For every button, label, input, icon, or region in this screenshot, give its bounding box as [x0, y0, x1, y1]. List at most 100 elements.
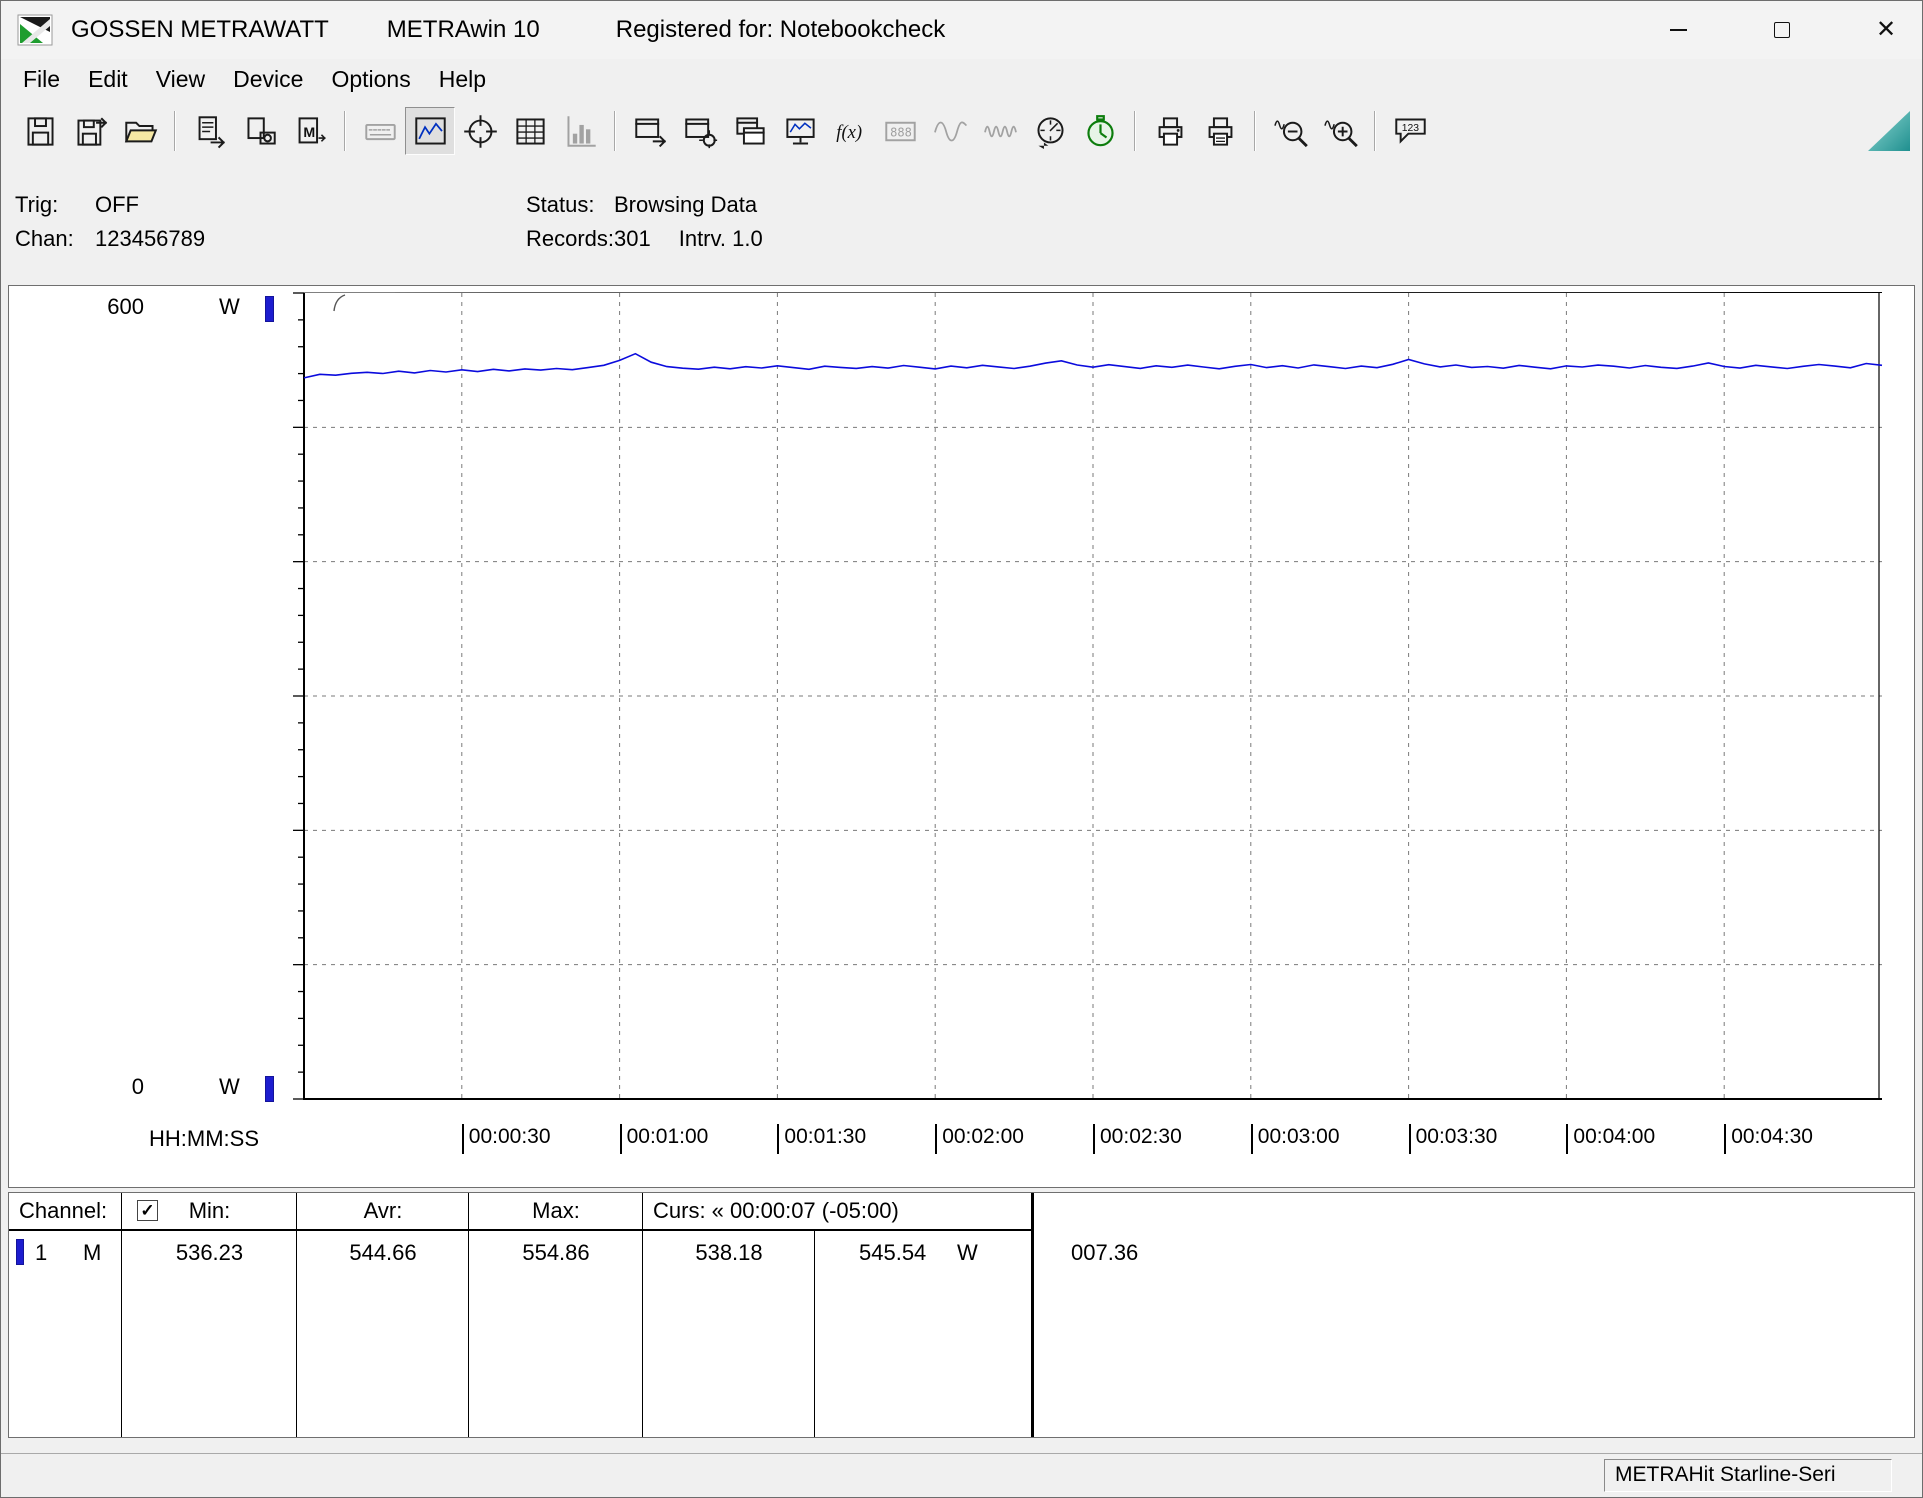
cursor-left-marker[interactable]	[334, 295, 345, 311]
window-cascade-icon	[733, 114, 768, 149]
new-recording-window-button[interactable]	[625, 107, 675, 155]
status-bar: METRAHit Starline-Seri	[1, 1453, 1922, 1497]
menu-view[interactable]: View	[142, 62, 219, 97]
svg-text:f(x): f(x)	[836, 122, 862, 143]
info-bar: Trig:OFF Chan:123456789 Status:Browsing …	[1, 162, 1922, 285]
toolbar-separator	[614, 111, 616, 151]
y-axis-max-label: 600	[82, 294, 144, 320]
window-arrow-icon	[633, 114, 668, 149]
view-yt-chart-button[interactable]	[405, 107, 455, 155]
chan-label: Chan:	[15, 222, 95, 256]
view-monitor-button[interactable]	[775, 107, 825, 155]
toolbar-separator	[1134, 111, 1136, 151]
status-row: Status:Browsing Data	[526, 188, 763, 222]
cell-channel-number: 1	[35, 1240, 47, 1266]
x-tick-label: 00:01:00	[620, 1124, 709, 1154]
menu-help[interactable]: Help	[425, 62, 500, 97]
status-value: Browsing Data	[614, 192, 757, 217]
trig-value: OFF	[95, 192, 139, 217]
svg-text:888: 888	[890, 125, 912, 139]
maximize-button[interactable]	[1746, 1, 1818, 59]
x-tick-label: 00:02:00	[935, 1124, 1024, 1154]
header-cursor: Curs: « 00:00:07 (-05:00)	[653, 1198, 899, 1224]
printer2-icon	[1203, 114, 1238, 149]
zoom-out-icon	[1273, 114, 1308, 149]
mem-display-icon: 888	[883, 114, 918, 149]
cell-cursor-a: 538.18	[644, 1240, 814, 1266]
print-preview-button[interactable]	[1195, 107, 1245, 155]
y-axis-max-unit: W	[219, 294, 240, 320]
device-memory-button[interactable]: 888	[875, 107, 925, 155]
window-cascade-button[interactable]	[725, 107, 775, 155]
channel1-color-marker	[16, 1239, 24, 1265]
menu-file[interactable]: File	[9, 62, 74, 97]
menu-options[interactable]: Options	[317, 62, 424, 97]
toolbar: Mf(x) 888 123	[1, 100, 1922, 162]
analog-output-high-button[interactable]	[975, 107, 1025, 155]
close-button[interactable]: ✕	[1850, 1, 1922, 59]
toolbar-separator	[174, 111, 176, 151]
formula-fx-button[interactable]: f(x)	[825, 107, 875, 155]
channel-table: Channel: ✓ Min: Avr: Max: Curs: « 00:00:…	[8, 1192, 1915, 1438]
window-registered-for: Registered for: Notebookcheck	[616, 16, 946, 44]
app-logo-icon	[17, 12, 53, 48]
export-text-button[interactable]	[185, 107, 235, 155]
menu-device[interactable]: Device	[219, 62, 317, 97]
view-bargraph-button[interactable]	[555, 107, 605, 155]
y-axis-min-unit: W	[219, 1074, 240, 1100]
cell-avr: 544.66	[298, 1240, 468, 1266]
chart-panel: 600 W 0 W HH:MM:SS 00:00:3000:01:0000:01…	[8, 285, 1915, 1188]
export-memory-button[interactable]: M	[285, 107, 335, 155]
analog-output-low-button[interactable]	[925, 107, 975, 155]
device-status-box: METRAHit Starline-Seri	[1604, 1459, 1892, 1492]
window-gear-icon	[683, 114, 718, 149]
note-123-icon: 123	[1393, 114, 1428, 149]
header-channel: Channel:	[19, 1198, 107, 1224]
plot-area[interactable]	[289, 292, 1884, 1104]
virtual-keyboard-button[interactable]	[355, 107, 405, 155]
window-settings-button[interactable]	[675, 107, 725, 155]
window-controls: ✕	[1610, 1, 1922, 59]
interval-label: Intrv.	[679, 226, 726, 251]
clock-settings-button[interactable]	[1025, 107, 1075, 155]
cell-cursor-b: 545.54	[859, 1240, 926, 1266]
minimize-button[interactable]	[1642, 1, 1714, 59]
print-button[interactable]	[1145, 107, 1195, 155]
cell-delta: 007.36	[1071, 1240, 1138, 1266]
header-max: Max:	[470, 1198, 642, 1224]
records-value: 301	[614, 226, 651, 251]
cell-min: 536.23	[123, 1240, 296, 1266]
annotations-button[interactable]: 123	[1385, 107, 1435, 155]
save-data-button[interactable]	[15, 107, 65, 155]
table-column-divider	[468, 1193, 469, 1437]
zoom-out-button[interactable]	[1265, 107, 1315, 155]
header-min: Min:	[123, 1198, 296, 1224]
meter-clock-icon	[1033, 114, 1068, 149]
trig-label: Trig:	[15, 188, 95, 222]
x-tick-label: 00:02:30	[1093, 1124, 1182, 1154]
toolbar-separator	[1254, 111, 1256, 151]
x-tick-label: 00:00:30	[462, 1124, 551, 1154]
crosshair-icon	[463, 114, 498, 149]
timer-settings-button[interactable]	[1075, 107, 1125, 155]
doc-cam-icon	[243, 114, 278, 149]
cell-cursor-unit: W	[957, 1240, 978, 1266]
table-grid-icon	[513, 114, 548, 149]
open-file-button[interactable]	[115, 107, 165, 155]
save-selection-button[interactable]	[65, 107, 115, 155]
view-xy-chart-button[interactable]	[455, 107, 505, 155]
monitor-icon	[783, 114, 818, 149]
header-avr: Avr:	[298, 1198, 468, 1224]
wave-lo-icon	[933, 114, 968, 149]
menu-edit[interactable]: Edit	[74, 62, 142, 97]
view-table-button[interactable]	[505, 107, 555, 155]
table-column-divider	[814, 1231, 815, 1437]
minimize-icon	[1670, 29, 1687, 31]
x-tick-label: 00:04:00	[1566, 1124, 1655, 1154]
chart-bars-icon	[563, 114, 598, 149]
toolbar-separator	[1374, 111, 1376, 151]
copy-data-button[interactable]	[235, 107, 285, 155]
zoom-in-button[interactable]	[1315, 107, 1365, 155]
interval-value: 1.0	[732, 226, 763, 251]
toolbar-corner-triangle-icon	[1868, 111, 1910, 151]
